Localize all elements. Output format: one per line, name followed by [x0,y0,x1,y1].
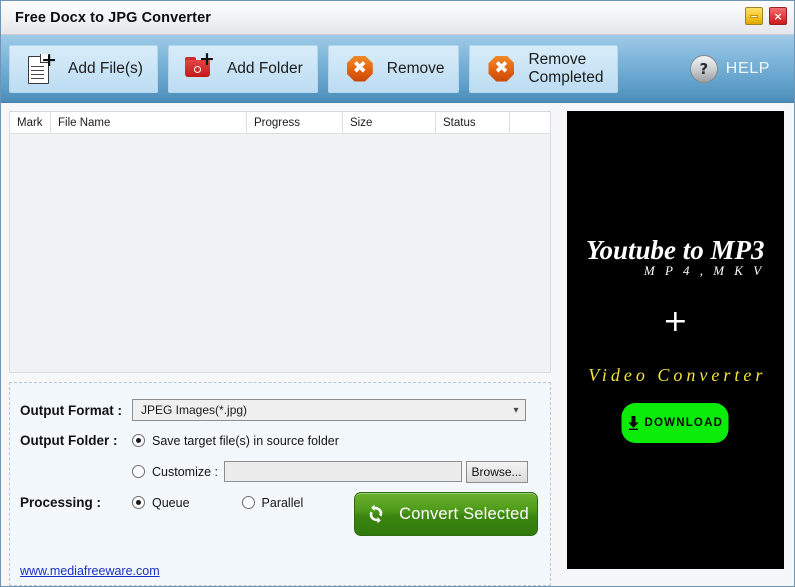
convert-selected-button[interactable]: Convert Selected [354,492,538,536]
remove-button[interactable]: ✖ Remove [327,44,460,93]
left-pane: Mark File Name Progress Size Status Outp… [1,103,559,586]
remove-completed-label: Remove Completed [528,51,604,86]
advertisement-banner[interactable]: Youtube to MP3 M P 4 , M K V + Video Con… [566,111,784,569]
advertisement-pane: Youtube to MP3 M P 4 , M K V + Video Con… [558,103,794,586]
window-title: Free Docx to JPG Converter [15,9,211,26]
radio-queue-input[interactable] [132,496,145,509]
folder-plus-icon: + [183,49,217,86]
window-controls: × [745,7,787,25]
radio-queue[interactable]: Queue [132,496,190,510]
main-toolbar: + Add File(s) + Add Folder ✖ Remove ✖ Re… [1,35,794,103]
radio-save-in-source-folder-label: Save target file(s) in source folder [152,433,339,448]
customize-path-input[interactable] [224,461,462,482]
radio-queue-label: Queue [152,495,190,510]
column-header-file-name[interactable]: File Name [51,112,247,133]
chevron-down-icon: ▾ [513,404,519,416]
remove-completed-button[interactable]: ✖ Remove Completed [469,44,619,93]
column-header-mark[interactable]: Mark [10,112,51,133]
add-folder-label: Add Folder [226,59,303,77]
output-folder-label: Output Folder : [20,433,118,448]
website-link[interactable]: www.mediafreeware.com [20,564,160,578]
recycle-icon [363,501,389,527]
output-folder-row-customize: Customize : Browse... [10,456,550,487]
ad-plus-symbol: + [662,304,688,339]
output-format-value: JPEG Images(*.jpg) [141,403,248,417]
radio-parallel-label: Parallel [261,495,304,510]
convert-selected-label: Convert Selected [399,504,529,523]
radio-customize[interactable]: Customize : [132,465,218,479]
column-header-status[interactable]: Status [436,112,510,133]
main-content: Mark File Name Progress Size Status Outp… [1,103,794,586]
add-folder-button[interactable]: + Add Folder [167,44,318,93]
minimize-button[interactable] [745,7,763,25]
download-arrow-icon [627,416,639,430]
ad-subtitle-2: Video Converter [588,365,767,385]
browse-button[interactable]: Browse... [465,460,528,483]
ad-download-button[interactable]: DOWNLOAD [621,403,729,443]
remove-octagon-icon: ✖ [343,52,377,86]
file-list[interactable]: Mark File Name Progress Size Status [9,111,551,373]
help-label: HELP [725,59,770,77]
title-bar: Free Docx to JPG Converter × [1,1,794,35]
output-format-select[interactable]: JPEG Images(*.jpg) ▾ [132,399,526,421]
close-button[interactable]: × [769,7,787,25]
column-header-progress[interactable]: Progress [247,112,343,133]
ad-title: Youtube to MP3 [586,235,765,265]
ad-download-label: DOWNLOAD [644,417,724,429]
document-plus-icon: + [24,50,58,86]
ad-subtitle: M P 4 , M K V [643,263,765,278]
output-format-row: Output Format : JPEG Images(*.jpg) ▾ [10,395,550,425]
column-header-extra[interactable] [510,112,546,133]
radio-save-in-source-folder[interactable]: Save target file(s) in source folder [132,434,339,448]
settings-panel: Output Format : JPEG Images(*.jpg) ▾ Out… [9,382,551,586]
output-folder-row-source: Output Folder : Save target file(s) in s… [10,425,550,456]
radio-save-in-source-folder-input[interactable] [132,434,145,447]
file-list-header: Mark File Name Progress Size Status [10,112,550,134]
radio-customize-input[interactable] [132,465,145,478]
help-button[interactable]: ? HELP [689,54,770,83]
processing-label: Processing : [20,495,102,510]
remove-completed-octagon-icon: ✖ [484,52,518,86]
add-files-label: Add File(s) [68,59,143,77]
radio-customize-label: Customize : [152,464,218,479]
application-window: Free Docx to JPG Converter × + Add File(… [0,0,795,587]
add-files-button[interactable]: + Add File(s) [9,44,158,93]
column-header-size[interactable]: Size [343,112,436,133]
radio-parallel-input[interactable] [241,496,255,509]
radio-parallel[interactable]: Parallel [241,495,304,510]
remove-label: Remove [386,59,445,77]
question-mark-icon: ? [689,54,718,83]
output-format-label: Output Format : [20,402,122,418]
file-list-body[interactable] [10,134,550,372]
